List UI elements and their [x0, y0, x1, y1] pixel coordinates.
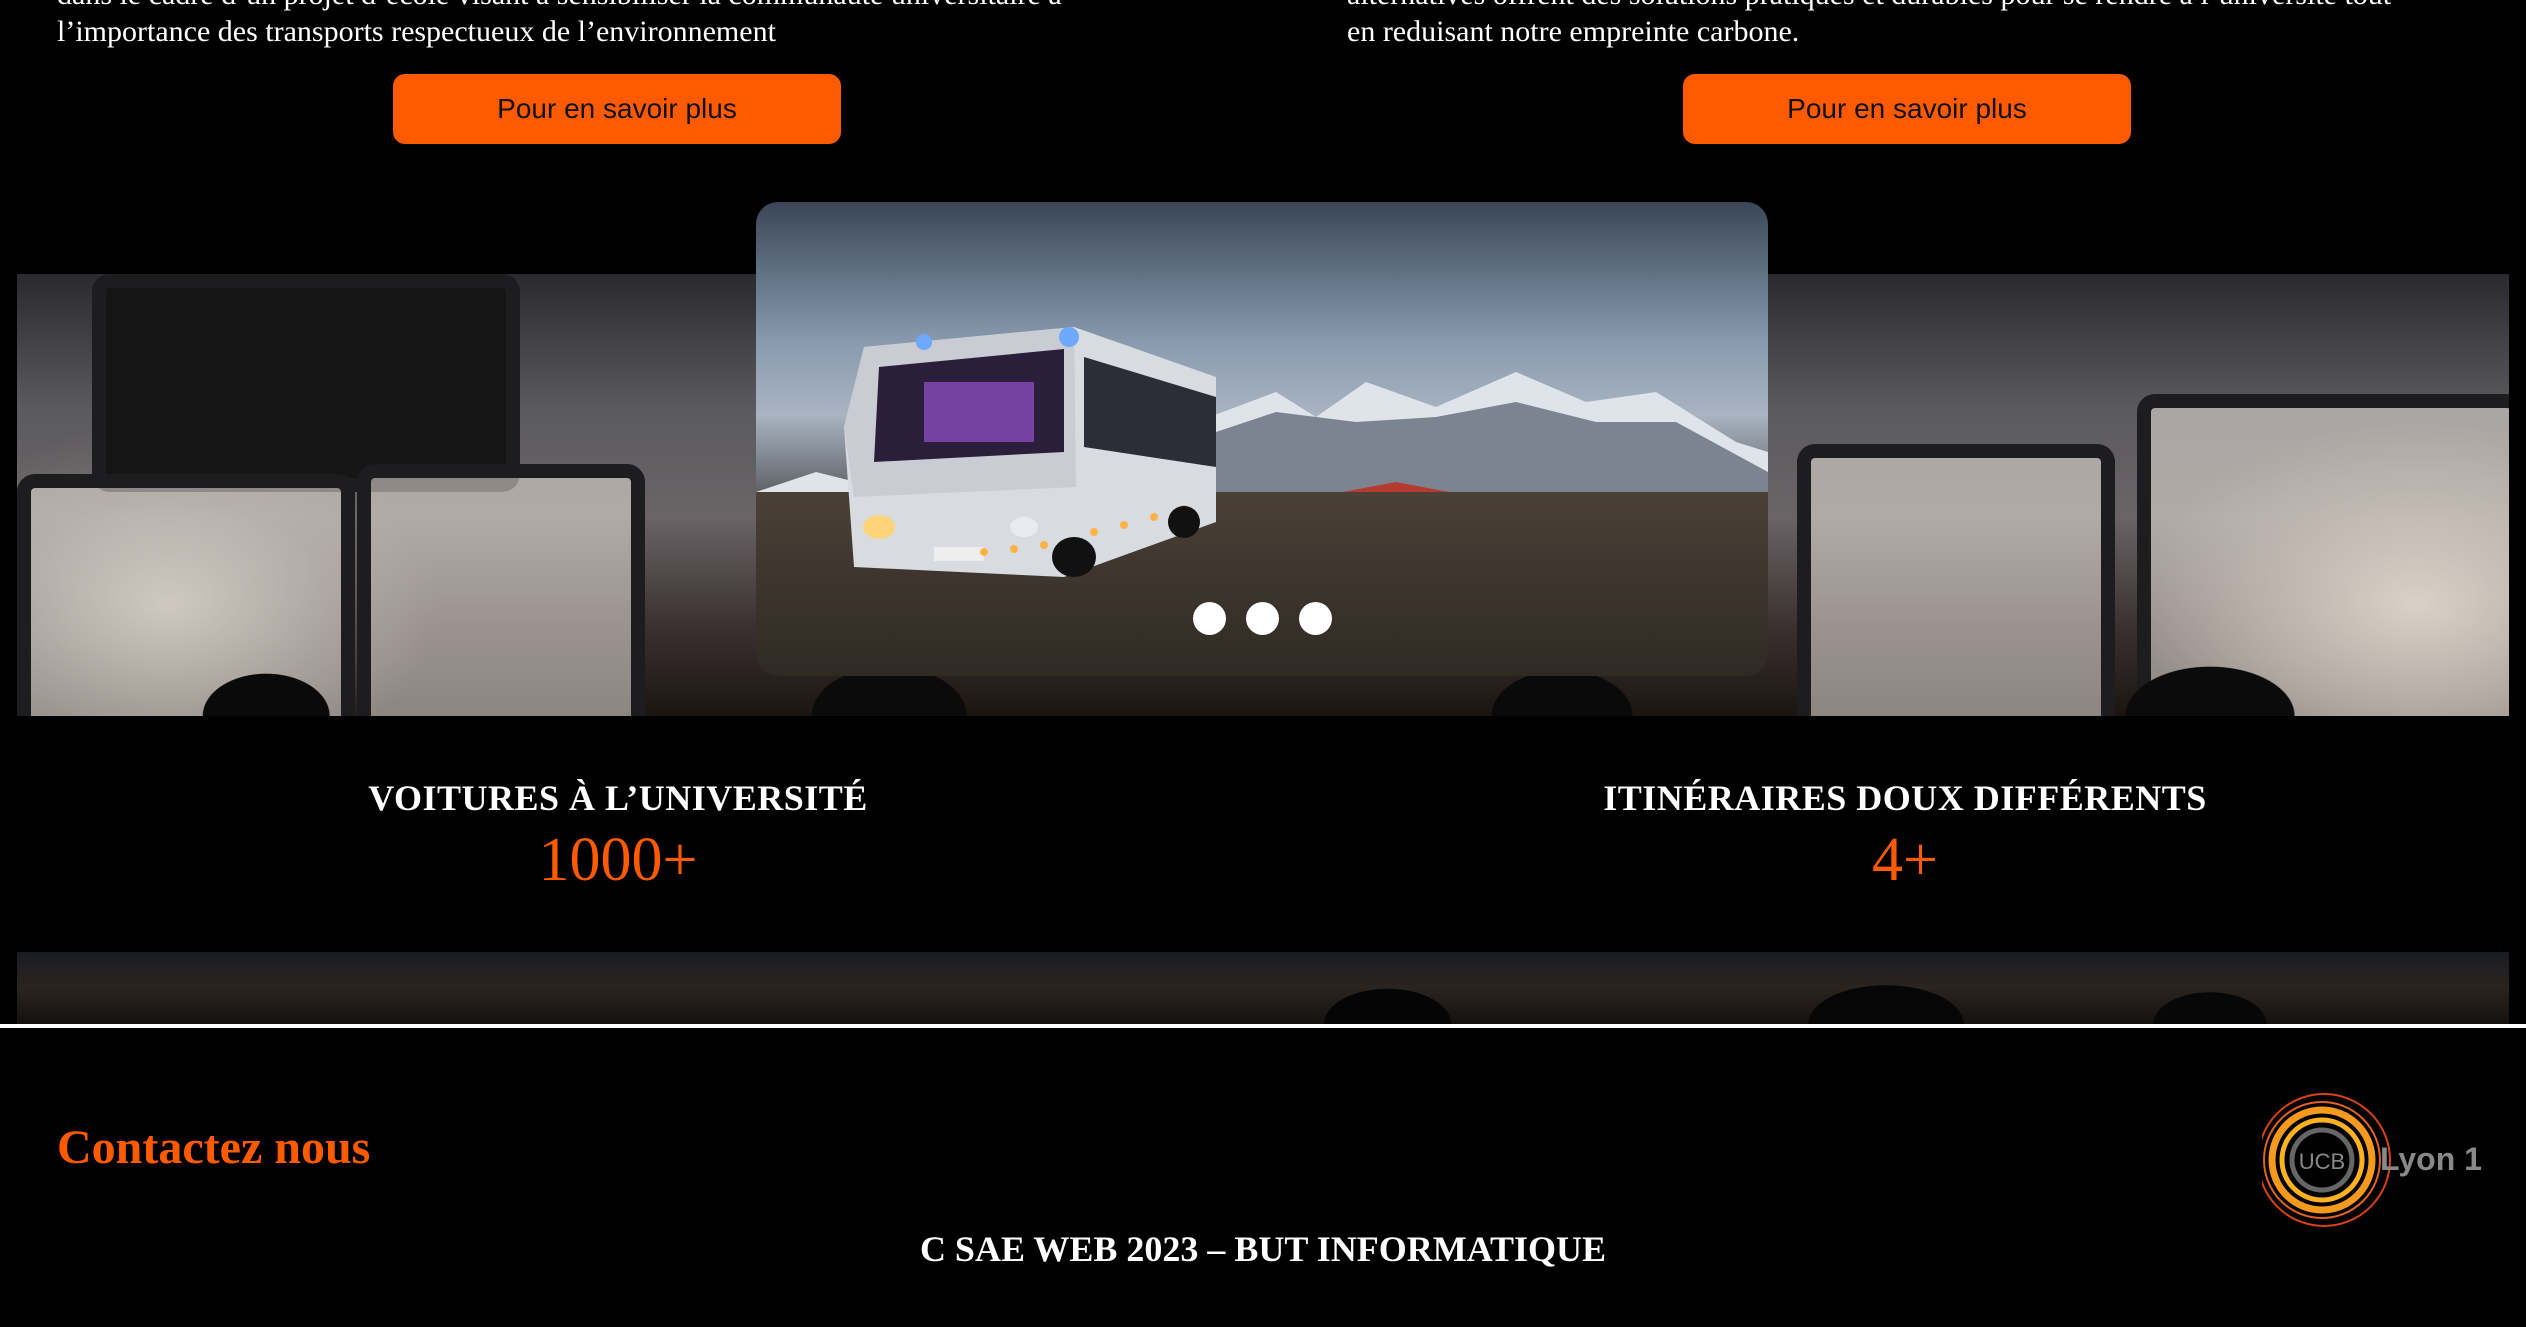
stat-routes-value: 4+ [1872, 826, 1938, 894]
intro-text-left: dans le cadre d’un projet d’école visant… [57, 0, 1217, 50]
intro-text-right: alternatives offrent des solutions prati… [1347, 0, 2477, 50]
intro-left-cut-line: dans le cadre d’un projet d’école visant… [57, 0, 1217, 13]
intro-right-line: en reduisant notre empreinte carbone. [1347, 15, 1800, 48]
bus-interior-bottom-strip [17, 952, 2509, 1024]
stat-cars-value: 1000+ [538, 826, 698, 894]
carousel-dot-2[interactable] [1245, 602, 1279, 635]
intro-right-cut-line: alternatives offrent des solutions prati… [1347, 0, 2477, 13]
image-carousel[interactable] [756, 202, 1768, 676]
learn-more-button-right[interactable]: Pour en savoir plus [1683, 74, 2131, 144]
copyright-text: C SAE WEB 2023 – BUT INFORMATIQUE [919, 1229, 1607, 1269]
footer-divider [0, 1024, 2526, 1028]
stat-cars-label: VOITURES À L’UNIVERSITÉ [368, 778, 868, 818]
university-lyon1-logo[interactable]: UCB Lyon 1 [2262, 1085, 2482, 1235]
bus-graphic [844, 327, 1216, 577]
carousel-dots [756, 602, 1768, 635]
logo-text: Lyon 1 [2380, 1141, 2482, 1177]
intro-left-line: l’importance des transports respectueux … [57, 15, 776, 48]
logo-badge: UCB [2299, 1149, 2345, 1174]
carousel-dot-3[interactable] [1298, 602, 1332, 635]
overhead-screen [92, 274, 520, 492]
carousel-dot-1[interactable] [1192, 602, 1226, 635]
stat-routes: ITINÉRAIRES DOUX DIFFÉRENTS 4+ [1480, 776, 2330, 898]
contact-link[interactable]: Contactez nous [57, 1120, 370, 1175]
stat-cars: VOITURES À L’UNIVERSITÉ 1000+ [300, 776, 936, 898]
learn-more-button-left[interactable]: Pour en savoir plus [393, 74, 841, 144]
stat-routes-label: ITINÉRAIRES DOUX DIFFÉRENTS [1603, 778, 2207, 818]
